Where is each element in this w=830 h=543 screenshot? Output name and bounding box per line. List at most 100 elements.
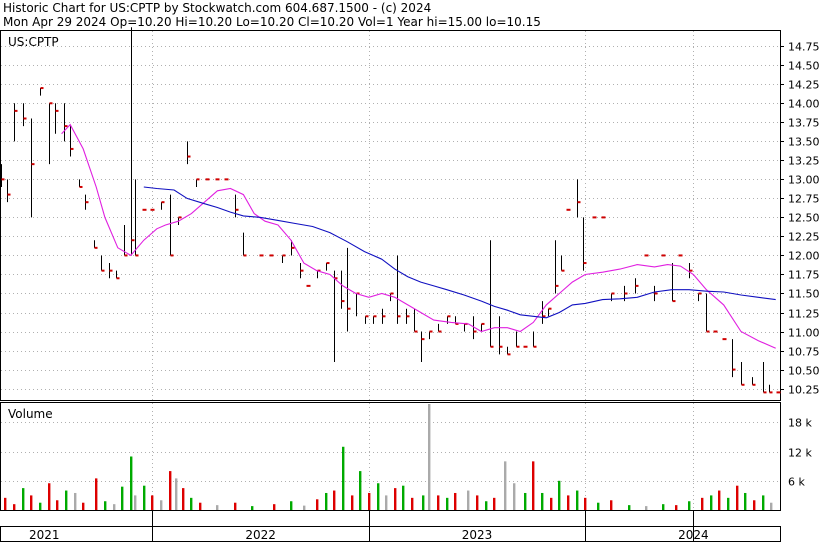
volume-bar [558, 480, 561, 510]
time-axis-panel [0, 526, 781, 542]
volume-bar [645, 506, 648, 510]
price-tick-label: 13.00 [788, 174, 820, 187]
volume-bar [718, 490, 721, 510]
price-tick-label: 11.25 [788, 308, 820, 321]
volume-bar [251, 506, 254, 510]
volume-bar [303, 505, 306, 510]
volume-bar [446, 497, 449, 510]
volume-bar [56, 500, 59, 510]
volume-bar [121, 486, 124, 510]
volume-bar [104, 501, 107, 510]
volume-bar [333, 490, 336, 510]
volume-bar [567, 495, 570, 510]
volume-tick-label: 6 k [788, 476, 805, 489]
volume-bar [134, 495, 137, 510]
volume-bar [662, 504, 665, 510]
volume-bar [74, 492, 77, 510]
price-tick-label: 12.75 [788, 193, 820, 206]
price-panel-title: US:CPTP [8, 35, 59, 49]
price-tick-label: 14.50 [788, 60, 820, 73]
volume-bar [437, 495, 440, 510]
volume-bar [290, 501, 293, 510]
volume-bar [160, 500, 163, 510]
volume-bar [454, 492, 457, 510]
volume-bar [422, 495, 425, 510]
year-label: 2022 [245, 528, 276, 542]
volume-bar [493, 497, 496, 510]
volume-bar [727, 497, 730, 510]
price-tick-label: 12.50 [788, 212, 820, 225]
volume-bar [182, 488, 185, 510]
volume-bar [701, 497, 704, 510]
price-tick-label: 12.25 [788, 231, 820, 244]
volume-bar [65, 490, 68, 510]
volume-bar [532, 461, 535, 510]
volume-bar [82, 502, 85, 510]
volume-bar [597, 502, 600, 510]
price-tick-label: 10.25 [788, 384, 820, 397]
volume-bar [385, 495, 388, 510]
volume-bar [342, 446, 345, 510]
volume-bar [628, 505, 631, 510]
volume-bar [316, 499, 319, 510]
volume-bar [359, 471, 362, 510]
price-tick-label: 11.75 [788, 269, 820, 282]
volume-bar [402, 485, 405, 510]
price-tick-label: 13.50 [788, 136, 820, 149]
volume-bar [190, 497, 193, 510]
volume-bar [736, 485, 739, 510]
volume-bar [411, 497, 414, 510]
year-label: 2023 [462, 528, 493, 542]
volume-bar [234, 502, 237, 510]
volume-bar [770, 502, 773, 510]
volume-bar [113, 504, 116, 510]
volume-bar [199, 502, 202, 510]
volume-bar [351, 495, 354, 510]
volume-bar [273, 504, 276, 510]
volume-bar [130, 456, 133, 510]
volume-panel [0, 402, 781, 511]
volume-bar [753, 500, 756, 510]
price-tick-label: 14.75 [788, 41, 820, 54]
price-tick-label: 14.25 [788, 79, 820, 92]
volume-bar [325, 492, 328, 510]
volume-bar [39, 502, 42, 510]
volume-bar [584, 497, 587, 510]
price-tick-label: 11.50 [788, 288, 820, 301]
volume-bar [485, 501, 488, 510]
volume-bar [22, 488, 25, 510]
price-tick-label: 10.75 [788, 346, 820, 359]
volume-panel-title: Volume [8, 407, 53, 421]
volume-bar [4, 497, 7, 510]
volume-bar [151, 495, 154, 510]
volume-bar [610, 500, 613, 510]
price-tick-label: 11.00 [788, 327, 820, 340]
volume-bar [428, 404, 431, 510]
volume-bar [368, 492, 371, 510]
volume-bar [710, 495, 713, 510]
volume-bar [394, 488, 397, 510]
volume-bar [576, 490, 579, 510]
volume-bar [513, 483, 516, 510]
volume-bar [476, 495, 479, 510]
year-label: 2024 [678, 528, 709, 542]
volume-bar [762, 495, 765, 510]
volume-bar [169, 471, 172, 510]
volume-bar [688, 501, 691, 510]
volume-bar [467, 490, 470, 510]
price-tick-label: 13.25 [788, 155, 820, 168]
volume-bar [30, 495, 33, 510]
volume-bar [377, 483, 380, 510]
volume-bar [675, 505, 678, 510]
volume-bar [13, 504, 16, 510]
stock-chart: 14.75 14.50 14.25 14.00 13.75 13.50 13.25 13.00… [0, 27, 820, 542]
volume-bar [550, 497, 553, 510]
year-label: 2021 [29, 528, 60, 542]
price-panel [0, 30, 781, 401]
price-tick-label: 12.00 [788, 250, 820, 263]
price-tick-label: 14.00 [788, 98, 820, 111]
volume-bar [216, 505, 219, 510]
volume-bar [524, 492, 527, 510]
volume-bar [175, 478, 178, 510]
volume-tick-label: 12 k [788, 447, 812, 460]
